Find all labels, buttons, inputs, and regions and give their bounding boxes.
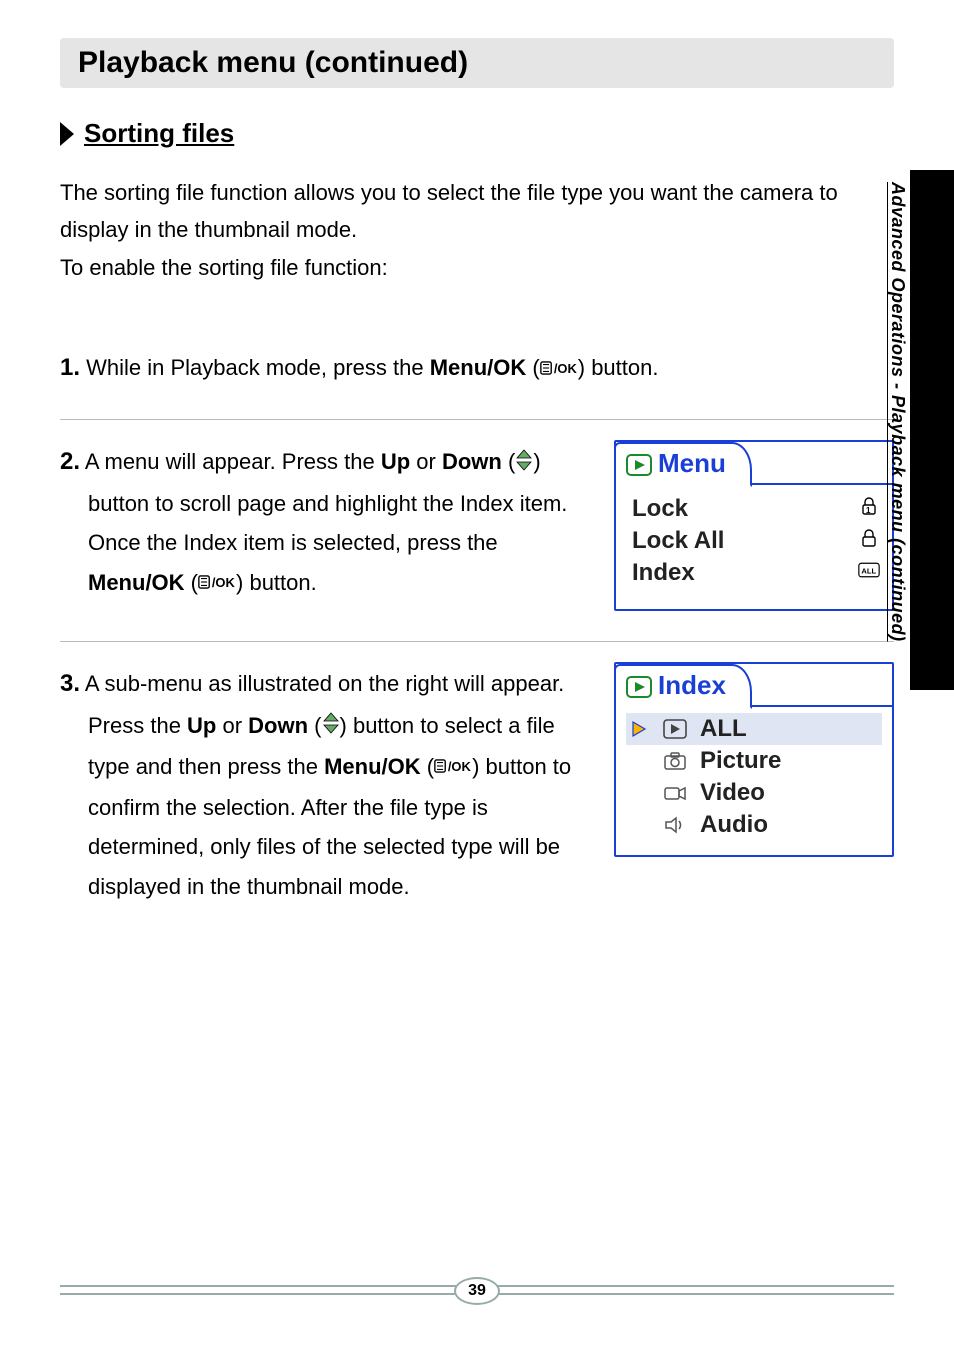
all-badge-icon: ALL	[858, 559, 880, 587]
side-tab-label: Advanced Operations - Playback menu (con…	[887, 182, 908, 642]
index-row-picture: Picture	[626, 745, 882, 777]
index-row-audio: Audio	[626, 809, 882, 841]
step-2-number: 2.	[60, 448, 80, 475]
side-tab-bar	[910, 170, 954, 690]
intro-text: The sorting file function allows you to …	[60, 174, 894, 286]
step-3-text: 3. A sub-menu as illustrated on the righ…	[60, 662, 584, 906]
menu-row-lockall: Lock All	[632, 525, 880, 557]
step-1-text: 1. While in Playback mode, press the Men…	[60, 346, 894, 389]
intro-line1: The sorting file function allows you to …	[60, 180, 838, 242]
index-tab: Index	[614, 664, 752, 709]
video-camera-icon	[662, 783, 688, 803]
page-number: 39	[454, 1277, 500, 1305]
up-down-icon	[322, 707, 340, 747]
lock-one-icon: 1	[858, 495, 880, 523]
step-3-cont: Press the Up or Down () button to select…	[60, 706, 584, 907]
index-screen-box: Index ALL Picture	[614, 662, 894, 857]
index-body: ALL Picture Video	[616, 705, 892, 855]
menu-body: Lock1 Lock All IndexALL	[616, 483, 892, 609]
page-header: Playback menu (continued)	[60, 38, 894, 88]
section-subheading: Sorting files	[84, 118, 234, 149]
step-3-number: 3.	[60, 670, 80, 697]
svg-text:/OK: /OK	[554, 361, 578, 376]
lock-icon	[858, 527, 880, 555]
menu-ok-icon: /OK	[434, 748, 472, 788]
step-1: 1. While in Playback mode, press the Men…	[60, 326, 894, 420]
page-title: Playback menu (continued)	[78, 46, 876, 80]
step-1-number: 1.	[60, 354, 80, 381]
up-down-icon	[515, 444, 533, 484]
steps-list: 1. While in Playback mode, press the Men…	[60, 326, 894, 936]
menu-row-lock: Lock1	[632, 493, 880, 525]
step-2: 2. A menu will appear. Press the Up or D…	[60, 420, 894, 642]
camera-icon	[662, 751, 688, 771]
step-2-cont: button to scroll page and highlight the …	[60, 484, 584, 604]
menu-screen-box: Menu Lock1 Lock All IndexALL	[614, 440, 894, 611]
figure-menu-screen: Menu Lock1 Lock All IndexALL	[614, 440, 894, 611]
intro-line2: To enable the sorting file function:	[60, 255, 388, 280]
menu-row-index: IndexALL	[632, 557, 880, 589]
svg-text:/OK: /OK	[212, 575, 236, 590]
speaker-icon	[662, 815, 688, 835]
menu-ok-icon: /OK	[540, 350, 578, 390]
svg-text:/OK: /OK	[448, 759, 472, 774]
step-2-text: 2. A menu will appear. Press the Up or D…	[60, 440, 584, 603]
svg-text:1: 1	[866, 506, 871, 515]
step-3: 3. A sub-menu as illustrated on the righ…	[60, 642, 894, 936]
playback-icon	[626, 452, 652, 483]
svg-text:ALL: ALL	[861, 567, 876, 576]
selection-arrow-icon	[630, 720, 650, 738]
figure-index-screen: Index ALL Picture	[614, 662, 894, 857]
index-row-all: ALL	[626, 713, 882, 745]
menu-ok-icon: /OK	[198, 564, 236, 604]
subheading-row: Sorting files	[60, 118, 894, 149]
playback-icon	[626, 674, 652, 705]
chevron-right-icon	[60, 122, 74, 146]
playback-icon	[662, 719, 688, 739]
menu-tab: Menu	[614, 442, 752, 487]
index-row-video: Video	[626, 777, 882, 809]
